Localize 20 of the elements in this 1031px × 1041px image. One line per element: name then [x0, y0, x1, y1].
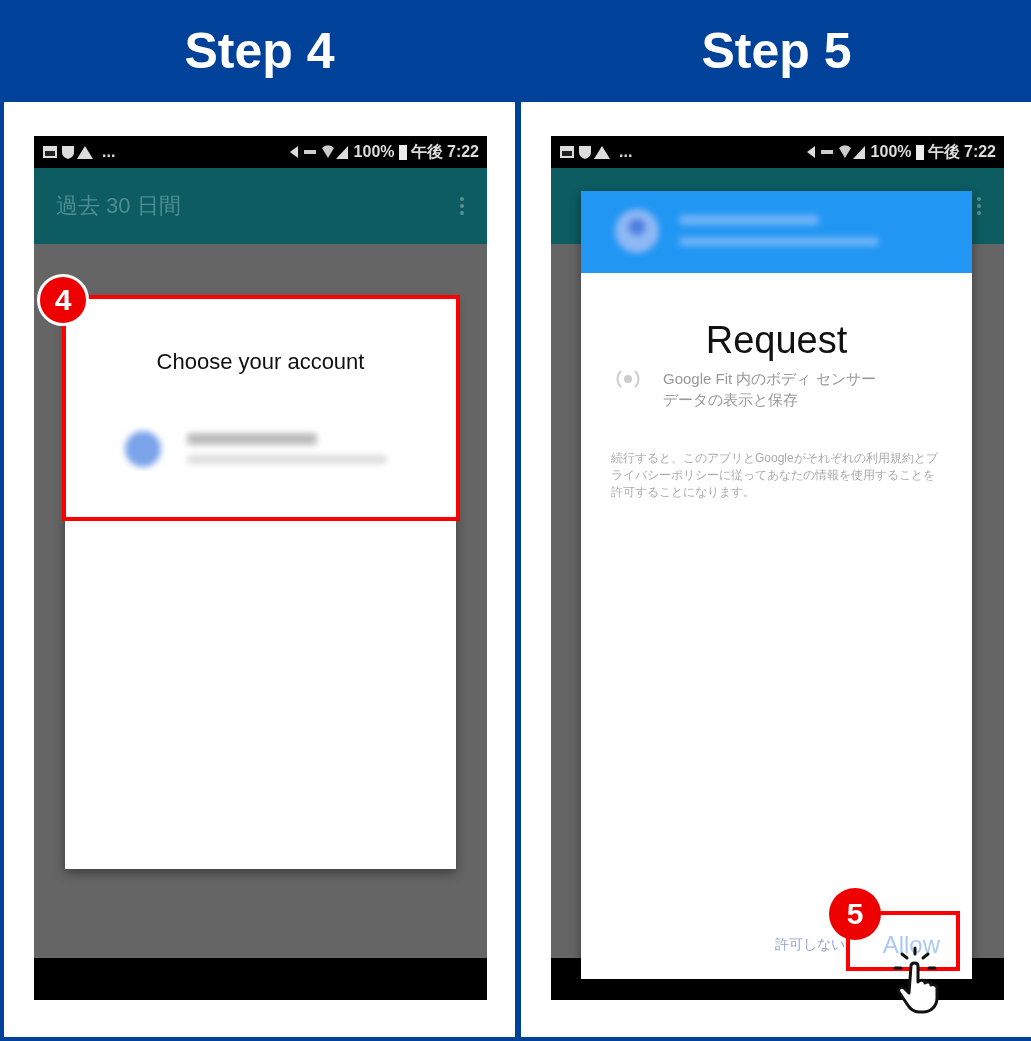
- battery-percent: 100%: [353, 143, 395, 161]
- battery-percent: 100%: [870, 143, 912, 161]
- step-number-badge: 4: [37, 274, 89, 326]
- more-menu-icon[interactable]: [459, 196, 465, 216]
- step-header: Step 5: [700, 22, 853, 81]
- dialog-title: Choose your account: [155, 349, 366, 375]
- toolbar-title: 過去 30 日間: [56, 192, 181, 220]
- dialog-title: Request: [704, 319, 849, 362]
- status-time: 午後 7:22: [410, 141, 479, 162]
- consent-notice: 続行すると、このアプリとGoogleがそれぞれの利用規約とプライバシーポリシーに従ってあなたの情報を使用することを許可することになります。: [611, 450, 940, 501]
- status-time: 午後 7:22: [927, 141, 996, 162]
- allow-button[interactable]: Allow: [880, 929, 942, 961]
- more-menu-icon[interactable]: [976, 196, 982, 216]
- battery-icon: [915, 144, 924, 160]
- sensor-icon: [615, 368, 641, 390]
- more-notifications: ...: [102, 143, 116, 161]
- step-header: Step 4: [183, 22, 336, 81]
- battery-icon: [398, 144, 407, 160]
- more-notifications: ...: [619, 143, 633, 161]
- permission-text: Google Fit 内のボディ センサーデータの表示と保存: [663, 369, 877, 410]
